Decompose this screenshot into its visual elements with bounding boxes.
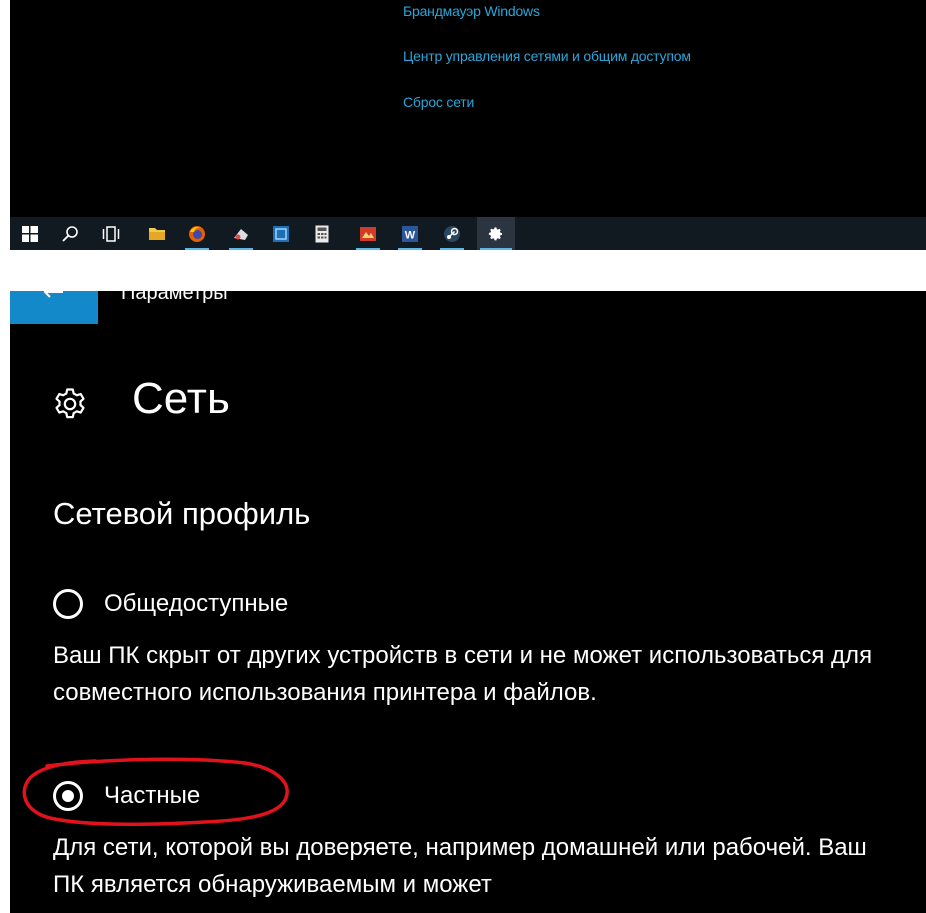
window-title: Параметры [121, 291, 228, 304]
taskbar: W [10, 217, 926, 250]
settings-window: Параметры Сеть Сетевой профиль Общедосту… [10, 291, 926, 913]
back-arrow-icon [43, 291, 63, 298]
network-sharing-center-link[interactable]: Центр управления сетями и общим доступом [403, 48, 691, 64]
private-profile-description: Для сети, которой вы доверяете, например… [53, 834, 867, 898]
page-title: Сеть [132, 374, 230, 423]
calculator-icon[interactable] [307, 217, 337, 250]
section-title: Сетевой профиль [53, 496, 311, 531]
search-icon[interactable] [55, 217, 85, 250]
private-profile-label: Частные [104, 782, 201, 809]
steam-icon[interactable] [437, 217, 467, 250]
firewall-link[interactable]: Брандмауэр Windows [403, 3, 540, 19]
firefox-icon[interactable] [182, 217, 212, 250]
task-view-icon[interactable] [96, 217, 126, 250]
private-profile-radio[interactable] [53, 781, 83, 811]
back-button[interactable] [10, 291, 98, 324]
public-profile-label: Общедоступные [104, 590, 289, 617]
app-icon[interactable] [353, 217, 383, 250]
private-profile-radio-row[interactable]: Частные [53, 781, 200, 811]
file-explorer-icon[interactable] [142, 217, 172, 250]
app-icon[interactable] [226, 217, 256, 250]
gear-icon [55, 388, 85, 419]
network-reset-link[interactable]: Сброс сети [403, 94, 474, 110]
word-icon[interactable]: W [395, 217, 425, 250]
public-profile-description: Ваш ПК скрыт от других устройств в сети … [53, 642, 873, 706]
svg-text:W: W [405, 229, 416, 241]
public-profile-radio-row[interactable]: Общедоступные [53, 589, 288, 619]
app-icon[interactable] [266, 217, 296, 250]
top-window: Брандмауэр Windows Центр управления сетя… [10, 0, 926, 250]
settings-gear-icon[interactable] [477, 217, 515, 250]
windows-start-icon[interactable] [15, 217, 45, 250]
public-profile-radio[interactable] [53, 589, 83, 619]
